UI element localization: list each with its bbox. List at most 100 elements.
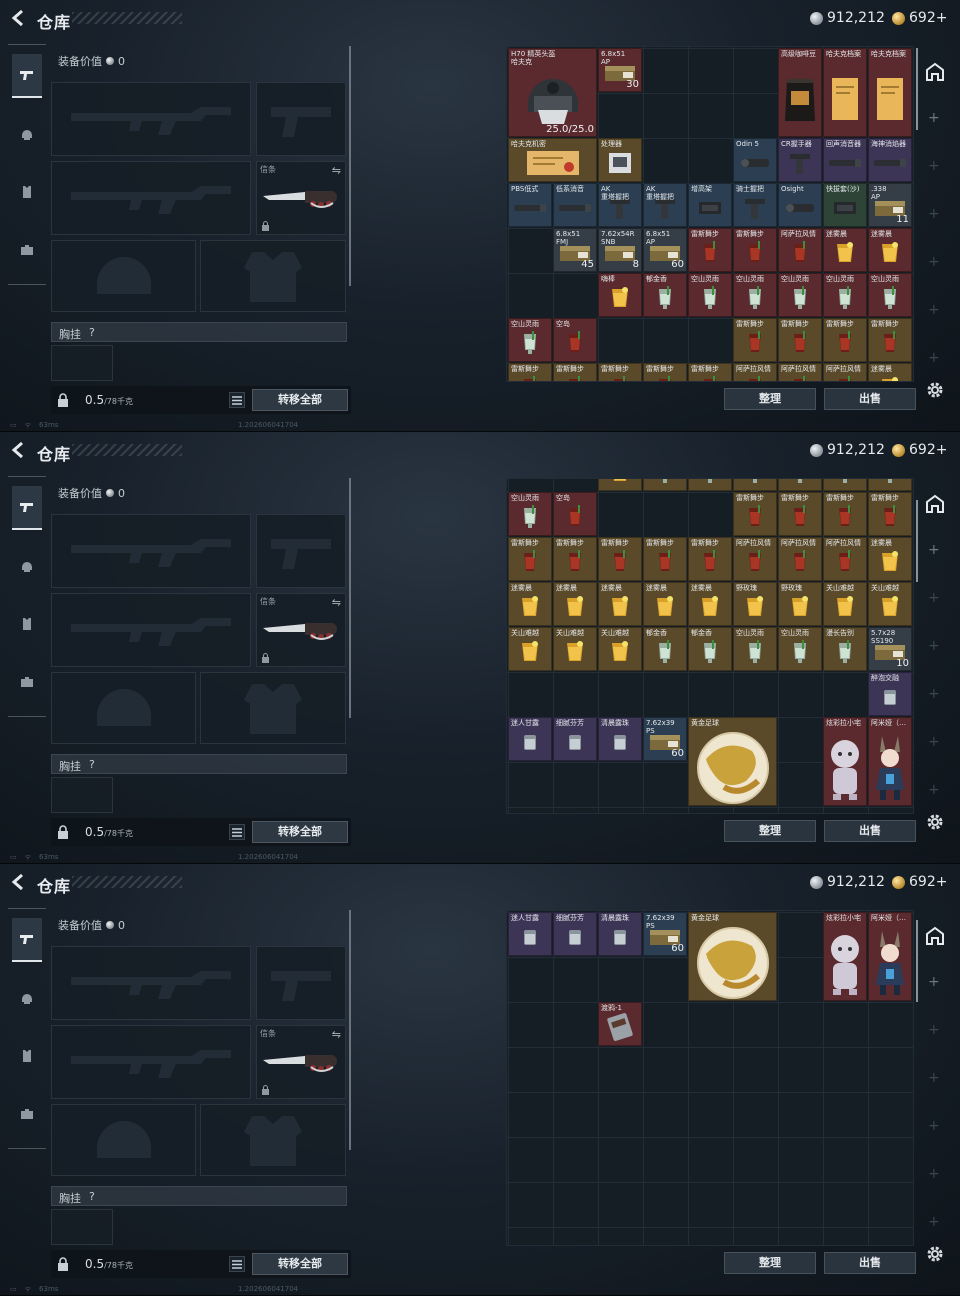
help-icon[interactable]: ? [89, 1190, 95, 1203]
gold-balance[interactable]: 692+ [892, 10, 947, 26]
inventory-item[interactable]: Osight [778, 183, 822, 227]
back-arrow-icon[interactable] [9, 8, 27, 28]
inventory-item[interactable]: 迷雾晨 [598, 582, 642, 626]
pistol-slot[interactable] [256, 82, 346, 156]
help-icon[interactable]: ? [89, 758, 95, 771]
inventory-item[interactable]: 雷斯舞步 [733, 492, 777, 536]
secondary-weapon-slot[interactable] [51, 1025, 251, 1099]
inventory-item[interactable]: 空山灵雨 [868, 273, 912, 317]
tab-armor[interactable] [12, 112, 42, 156]
settings-gear-icon[interactable] [925, 812, 945, 832]
inventory-item[interactable]: 阿萨拉风情 [733, 363, 777, 381]
inventory-item[interactable]: 空山灵雨 [778, 273, 822, 317]
primary-weapon-slot[interactable] [51, 82, 251, 156]
warehouse-grid[interactable]: H70 精英头盔 哈夫克 25.0/25.0 6.8x51 AP 30 高级咖啡豆 哈夫克… [506, 46, 914, 382]
inventory-item[interactable]: 骑士握把 [733, 183, 777, 227]
loadout-scrollbar[interactable] [349, 478, 351, 718]
inventory-item[interactable]: 醉泡交融 [868, 672, 912, 716]
inventory-item[interactable]: H70 精英头盔 哈夫克 25.0/25.0 [508, 48, 597, 137]
inventory-item[interactable]: 迷雾晨 [868, 363, 912, 381]
inventory-item[interactable]: 郁金香 [643, 627, 687, 671]
inventory-item[interactable]: 郁金香 [643, 273, 687, 317]
inventory-item[interactable]: 空山灵雨 [508, 318, 552, 362]
lock-icon[interactable] [57, 825, 69, 839]
back-arrow-icon[interactable] [9, 440, 27, 460]
inventory-item[interactable]: 雷斯舞步 [823, 492, 867, 536]
primary-weapon-slot[interactable] [51, 946, 251, 1020]
inventory-item[interactable]: 嗨棒 [598, 273, 642, 317]
inventory-item[interactable]: 迷雾晨 [508, 582, 552, 626]
inventory-item[interactable]: 增高架 [688, 183, 732, 227]
inventory-item[interactable]: 关山难越 [508, 627, 552, 671]
inventory-item[interactable]: 雷斯舞步 [868, 318, 912, 362]
gold-balance[interactable]: 692+ [892, 442, 947, 458]
inventory-item[interactable]: Odin 5 [733, 138, 777, 182]
lock-icon[interactable] [57, 393, 69, 407]
inventory-item[interactable]: 雷斯舞步 [553, 363, 597, 381]
inventory-item[interactable]: 雷斯舞步 [508, 363, 552, 381]
inventory-item[interactable]: 阿萨拉风情 [823, 537, 867, 581]
tab-weapons[interactable] [12, 54, 42, 98]
inventory-item[interactable]: 细腻芬芳 [553, 912, 597, 956]
inventory-item[interactable]: 迷雾晨 [643, 582, 687, 626]
inventory-item[interactable]: 雷斯舞步 [688, 537, 732, 581]
add-page-icon[interactable]: + [928, 542, 940, 558]
loadout-scrollbar[interactable] [349, 910, 351, 1150]
inventory-item[interactable]: AK 重塔握把 [598, 183, 642, 227]
inventory-item[interactable]: 雷斯舞步 [553, 537, 597, 581]
tab-armor[interactable] [12, 976, 42, 1020]
help-icon[interactable]: ? [89, 326, 95, 339]
inventory-item[interactable]: PBS低式 [508, 183, 552, 227]
inventory-item[interactable]: 5.7x28 SS190 10 [868, 627, 912, 671]
inventory-item[interactable] [733, 479, 777, 491]
tab-weapons[interactable] [12, 486, 42, 530]
inventory-item[interactable]: 雷斯舞步 [643, 363, 687, 381]
inventory-item[interactable]: 关山难越 [823, 582, 867, 626]
inventory-item[interactable]: 6.8x51 FMJ 45 [553, 228, 597, 272]
sell-button[interactable]: 出售 [824, 820, 916, 842]
inventory-item[interactable]: 哈夫克档案 [868, 48, 912, 137]
inventory-item[interactable]: 细腻芬芳 [553, 717, 597, 761]
inventory-item[interactable]: 空山灵雨 [778, 627, 822, 671]
inventory-item[interactable]: 6.8x51 AP 60 [643, 228, 687, 272]
swap-icon[interactable]: ⇋ [332, 1028, 341, 1041]
inventory-item[interactable]: 关山难越 [598, 627, 642, 671]
inventory-item[interactable]: 雷斯舞步 [868, 492, 912, 536]
inventory-item[interactable] [688, 479, 732, 491]
inventory-item[interactable]: CR握手器 [778, 138, 822, 182]
melee-slot[interactable]: 信条 ⇋ [256, 1025, 346, 1099]
tab-backpack[interactable] [12, 660, 42, 704]
inventory-item[interactable]: 空岛 [553, 318, 597, 362]
tab-armor[interactable] [12, 544, 42, 588]
warehouse-scrollbar[interactable] [916, 920, 918, 1002]
inventory-item[interactable]: 阿萨拉风情 [778, 363, 822, 381]
helmet-slot[interactable] [51, 672, 196, 744]
inventory-item[interactable]: 雷斯舞步 [688, 228, 732, 272]
inventory-item[interactable] [643, 479, 687, 491]
add-page-icon[interactable]: + [928, 974, 940, 990]
inventory-item[interactable]: 海神消焰器 [868, 138, 912, 182]
inventory-item[interactable]: 雷斯舞步 [778, 492, 822, 536]
swap-icon[interactable]: ⇋ [332, 164, 341, 177]
inventory-item[interactable]: 雷斯舞步 [733, 228, 777, 272]
inventory-item[interactable]: 空山灵雨 [823, 273, 867, 317]
inventory-item[interactable]: 迷人甘露 [508, 912, 552, 956]
gold-balance[interactable]: 692+ [892, 874, 947, 890]
list-icon[interactable] [229, 824, 245, 840]
inventory-item[interactable]: 黄金足球 [688, 717, 777, 806]
inventory-item[interactable]: 哈夫克机密 [508, 138, 597, 182]
sort-button[interactable]: 整理 [724, 1252, 816, 1274]
inventory-item[interactable]: 阿萨拉风情 [733, 537, 777, 581]
inventory-item[interactable]: 阿萨拉风情 [778, 228, 822, 272]
warehouse-scrollbar[interactable] [916, 48, 918, 130]
settings-gear-icon[interactable] [925, 380, 945, 400]
secondary-weapon-slot[interactable] [51, 593, 251, 667]
inventory-item[interactable]: 迷雾晨 [688, 582, 732, 626]
tab-vest[interactable] [12, 602, 42, 646]
warehouse-home-icon[interactable] [922, 59, 948, 85]
inventory-item[interactable]: 渡鸦-1 [598, 1002, 642, 1046]
armor-slot[interactable] [200, 1104, 346, 1176]
inventory-item[interactable]: 空山灵雨 [688, 273, 732, 317]
loadout-scrollbar[interactable] [349, 46, 351, 286]
inventory-item[interactable]: 处理器 [598, 138, 642, 182]
